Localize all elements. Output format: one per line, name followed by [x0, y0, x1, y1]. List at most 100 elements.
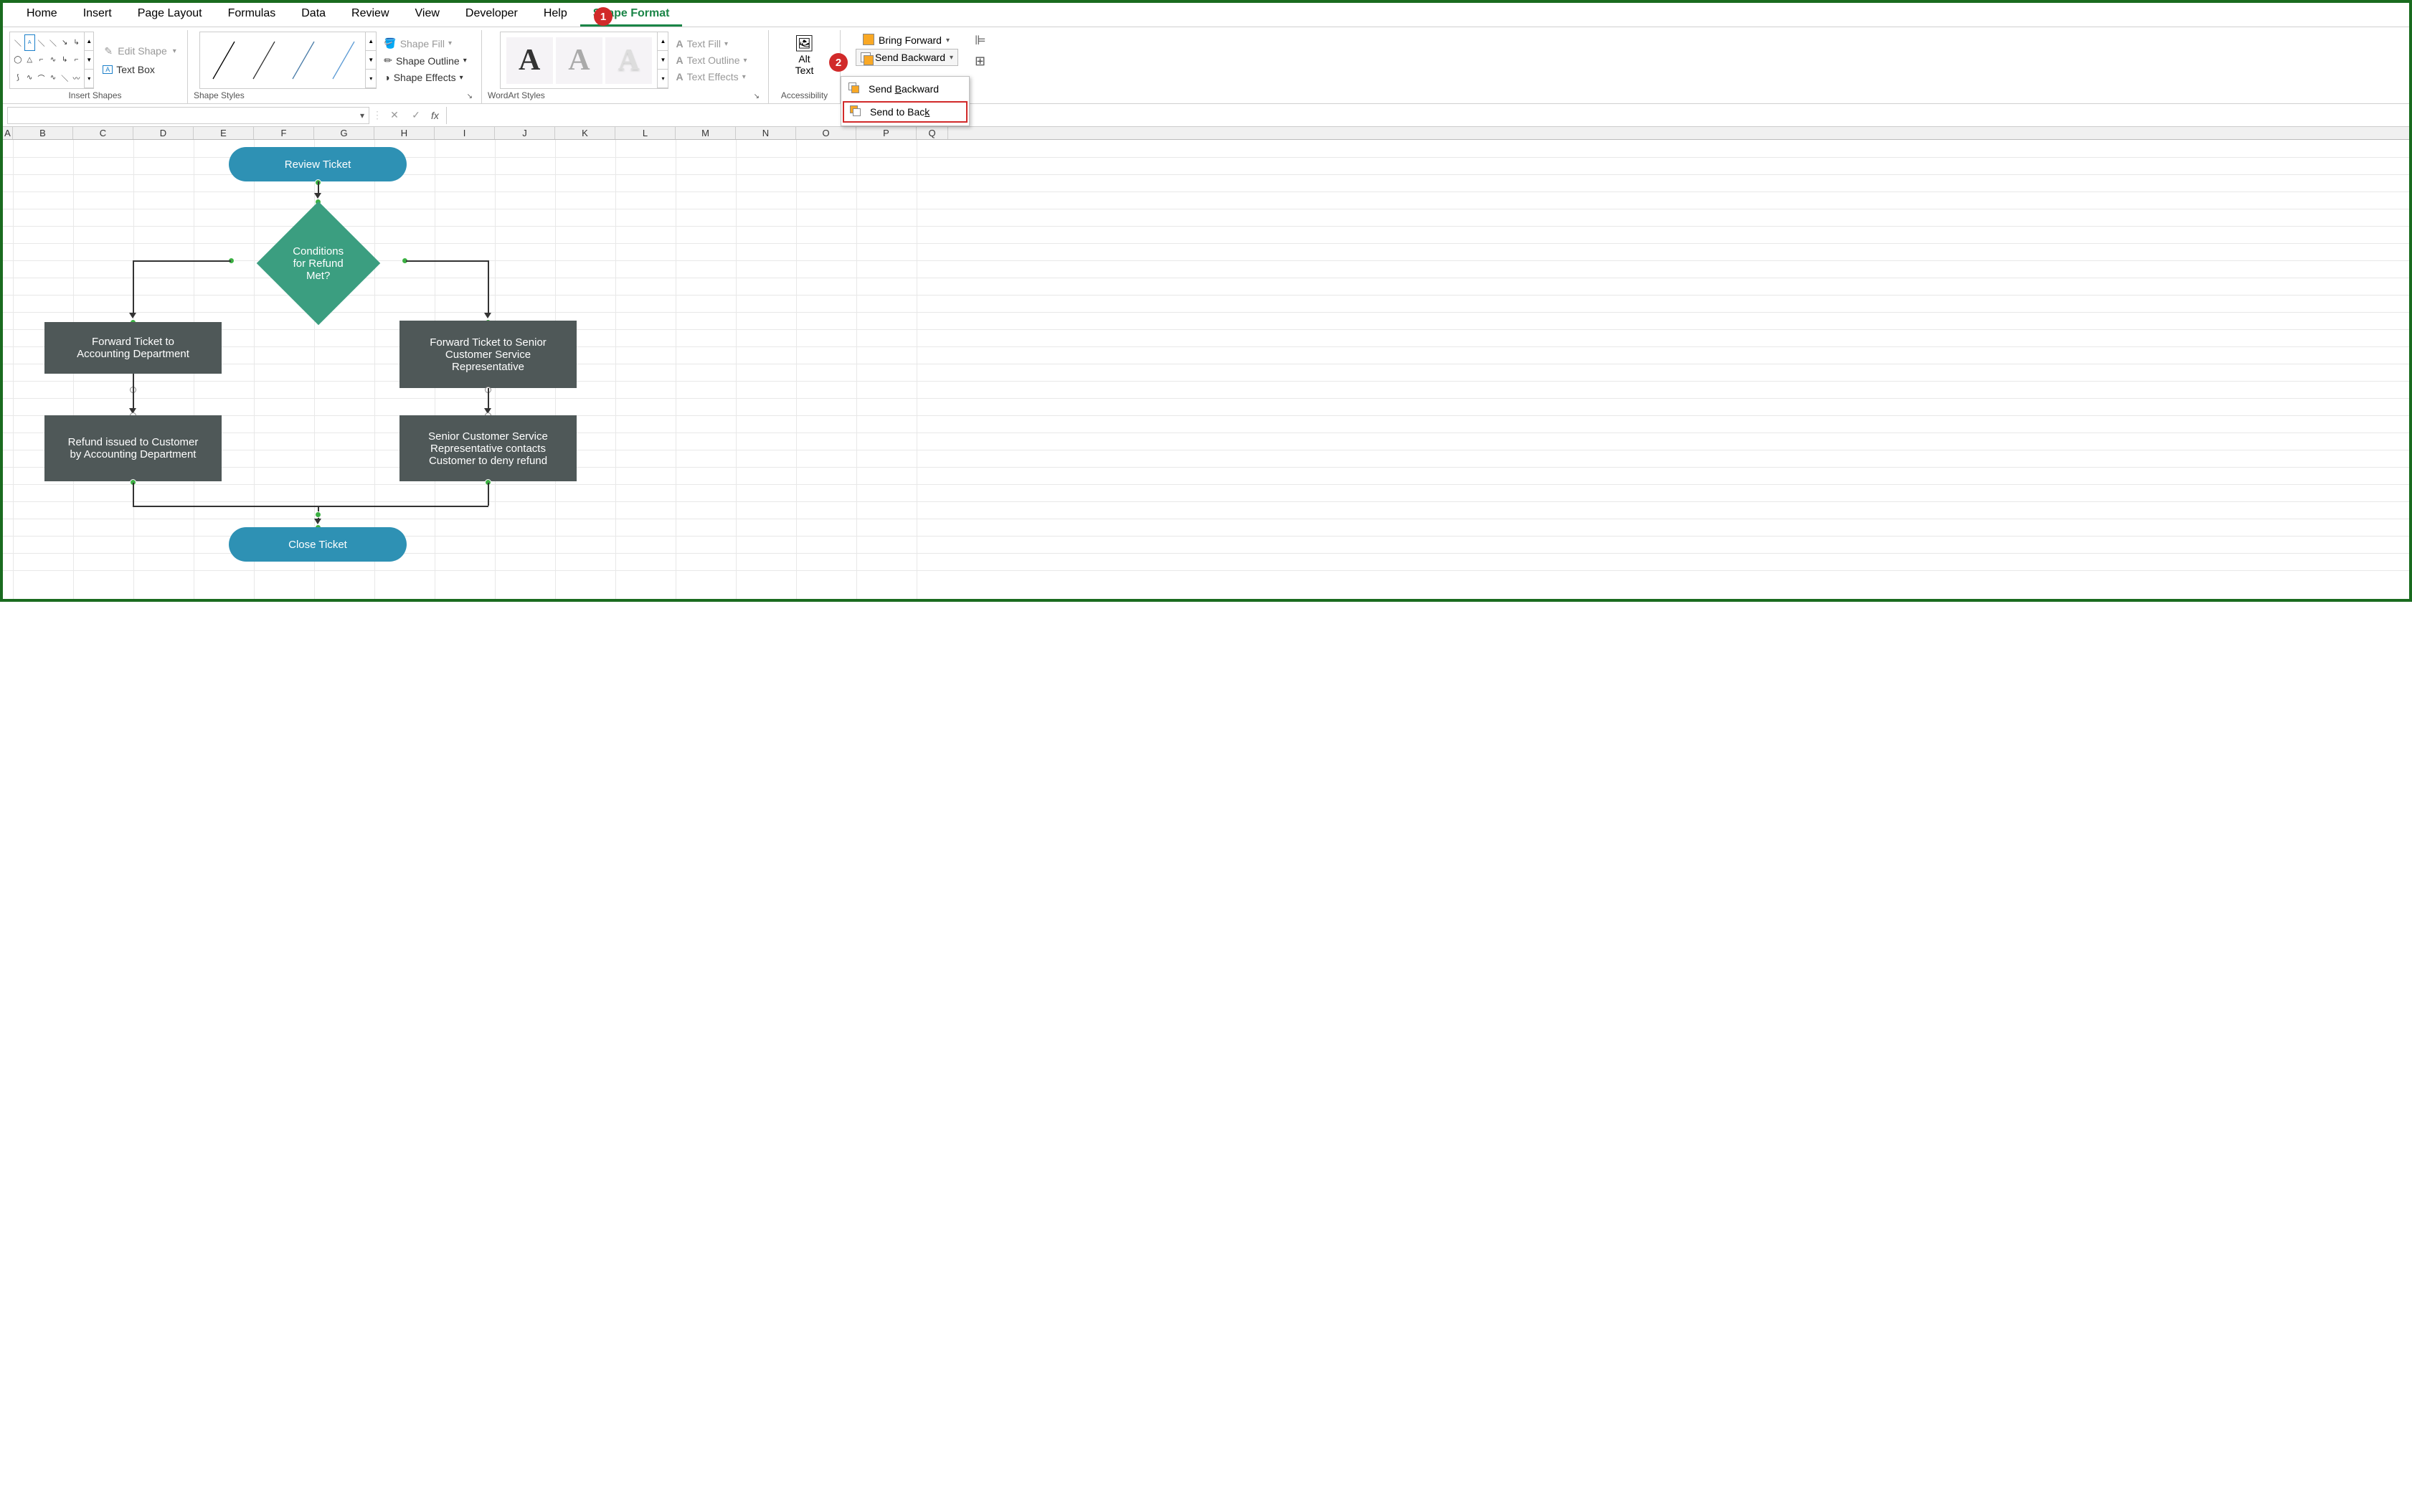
- spin-up-icon[interactable]: ▲: [85, 32, 93, 51]
- spin-up-icon[interactable]: ▲: [366, 32, 376, 51]
- shape-review-ticket[interactable]: Review Ticket: [229, 147, 407, 181]
- dialog-launcher-icon[interactable]: ↘: [467, 93, 476, 102]
- col-header[interactable]: P: [856, 127, 917, 139]
- text-fill-button[interactable]: AText Fill▾: [673, 37, 749, 51]
- wordart-style-1[interactable]: A: [506, 37, 553, 84]
- shape-arrow-icon[interactable]: ↘: [60, 34, 70, 51]
- send-backward-button[interactable]: Send Backward ▾: [856, 49, 958, 66]
- cancel-button[interactable]: ✕: [385, 107, 404, 124]
- shape-arc-icon[interactable]: ⌒: [36, 70, 47, 86]
- dialog-launcher-icon[interactable]: ↘: [754, 93, 762, 102]
- col-header[interactable]: I: [435, 127, 495, 139]
- tab-home[interactable]: Home: [14, 3, 70, 27]
- bring-forward-button[interactable]: Bring Forward ▾: [859, 32, 955, 49]
- shape-free-icon[interactable]: ∿: [47, 70, 58, 86]
- shape-connector2-icon[interactable]: ↳: [60, 52, 70, 68]
- col-header[interactable]: C: [73, 127, 133, 139]
- chevron-down-icon[interactable]: ▾: [950, 54, 953, 62]
- align-icon[interactable]: ⊫: [975, 33, 986, 48]
- shape-line-icon[interactable]: ＼: [12, 34, 23, 51]
- shape-curve-icon[interactable]: ∿: [47, 52, 58, 68]
- shapes-gallery[interactable]: ＼ A ＼ ＼ ↘ ↳ ◯ △ ⌐ ∿ ↳ ⌐ ⟆ ∿ ⌒ ∿ ＼ 〰: [9, 32, 85, 89]
- wordart-style-3[interactable]: A: [605, 37, 652, 84]
- shape-fill-button[interactable]: 🪣Shape Fill▾: [381, 36, 470, 51]
- shape-wave-icon[interactable]: ∿: [24, 70, 35, 86]
- shape-refund-issued[interactable]: Refund issued to Customer by Accounting …: [44, 415, 222, 481]
- col-header[interactable]: G: [314, 127, 374, 139]
- connector-handle[interactable]: [315, 511, 321, 518]
- shape-style-gallery[interactable]: [199, 32, 366, 89]
- wordart-spinner[interactable]: ▲ ▼ ▾: [657, 32, 668, 89]
- spin-more-icon[interactable]: ▾: [85, 70, 93, 88]
- text-box-button[interactable]: A Text Box: [98, 62, 181, 77]
- style-swatch-3[interactable]: [290, 39, 316, 82]
- name-box[interactable]: ▾: [7, 107, 369, 124]
- shape-textbox-icon[interactable]: A: [24, 34, 35, 51]
- tab-data[interactable]: Data: [288, 3, 339, 27]
- col-header[interactable]: H: [374, 127, 435, 139]
- connector[interactable]: [488, 260, 489, 314]
- menu-send-to-back[interactable]: Send to Back: [843, 101, 968, 123]
- worksheet[interactable]: Review Ticket Conditions for Refund Met?…: [3, 140, 2409, 599]
- connector[interactable]: [133, 374, 134, 410]
- connector[interactable]: [406, 260, 488, 262]
- wordart-gallery[interactable]: A A A: [500, 32, 658, 89]
- shape-scribble-icon[interactable]: 〰: [71, 70, 82, 86]
- spin-up-icon[interactable]: ▲: [658, 32, 668, 51]
- col-header[interactable]: E: [194, 127, 254, 139]
- enter-button[interactable]: ✓: [407, 107, 425, 124]
- fx-label[interactable]: fx: [431, 110, 439, 121]
- shapes-gallery-spinner[interactable]: ▲ ▼ ▾: [84, 32, 94, 89]
- col-header[interactable]: B: [13, 127, 73, 139]
- col-header[interactable]: O: [796, 127, 856, 139]
- tab-page-layout[interactable]: Page Layout: [125, 3, 215, 27]
- shape-oval-icon[interactable]: ◯: [12, 52, 23, 68]
- text-outline-button[interactable]: AText Outline▾: [673, 53, 749, 67]
- spin-more-icon[interactable]: ▾: [366, 70, 376, 88]
- group-icon[interactable]: ⊞: [975, 54, 986, 69]
- connector[interactable]: [133, 483, 134, 506]
- menu-send-backward[interactable]: Send Backward: [841, 78, 969, 100]
- connector[interactable]: [133, 260, 231, 262]
- chevron-down-icon[interactable]: ▾: [946, 37, 950, 44]
- shape-forward-senior[interactable]: Forward Ticket to Senior Customer Servic…: [399, 321, 577, 388]
- shape-elbow-icon[interactable]: ⌐: [36, 52, 47, 68]
- spin-more-icon[interactable]: ▾: [658, 70, 668, 88]
- tab-view[interactable]: View: [402, 3, 453, 27]
- col-header[interactable]: L: [615, 127, 676, 139]
- connector[interactable]: [133, 260, 134, 314]
- col-header[interactable]: F: [254, 127, 314, 139]
- connector[interactable]: [318, 506, 488, 507]
- spin-down-icon[interactable]: ▼: [85, 51, 93, 70]
- tab-insert[interactable]: Insert: [70, 3, 125, 27]
- style-swatch-4[interactable]: [330, 39, 356, 82]
- style-swatch-2[interactable]: [250, 39, 276, 82]
- shape-line3-icon[interactable]: ＼: [47, 34, 58, 51]
- tab-review[interactable]: Review: [339, 3, 402, 27]
- text-effects-button[interactable]: AText Effects▾: [673, 70, 749, 84]
- shape-line5-icon[interactable]: ＼: [60, 70, 70, 86]
- shape-line2-icon[interactable]: ＼: [36, 34, 47, 51]
- shape-forward-accounting[interactable]: Forward Ticket to Accounting Department: [44, 322, 222, 374]
- alt-text-button[interactable]: 🖼 Alt Text: [789, 32, 820, 79]
- shape-close-ticket[interactable]: Close Ticket: [229, 527, 407, 562]
- shape-elbow2-icon[interactable]: ⌐: [71, 52, 82, 68]
- shape-bracket-icon[interactable]: ⟆: [12, 70, 23, 86]
- tab-developer[interactable]: Developer: [453, 3, 531, 27]
- shape-decision[interactable]: Conditions for Refund Met?: [257, 202, 380, 325]
- col-header[interactable]: D: [133, 127, 194, 139]
- wordart-style-2[interactable]: A: [556, 37, 602, 84]
- shape-triangle-icon[interactable]: △: [24, 52, 35, 68]
- spin-down-icon[interactable]: ▼: [658, 51, 668, 70]
- connector[interactable]: [488, 388, 489, 410]
- col-header[interactable]: J: [495, 127, 555, 139]
- tab-help[interactable]: Help: [531, 3, 580, 27]
- style-swatch-1[interactable]: [210, 39, 236, 82]
- col-header[interactable]: N: [736, 127, 796, 139]
- col-header[interactable]: K: [555, 127, 615, 139]
- col-header[interactable]: Q: [917, 127, 948, 139]
- edit-shape-button[interactable]: ✎ Edit Shape ▾: [98, 43, 181, 59]
- col-header[interactable]: A: [3, 127, 13, 139]
- shape-senior-contacts[interactable]: Senior Customer Service Representative c…: [399, 415, 577, 481]
- col-header[interactable]: M: [676, 127, 736, 139]
